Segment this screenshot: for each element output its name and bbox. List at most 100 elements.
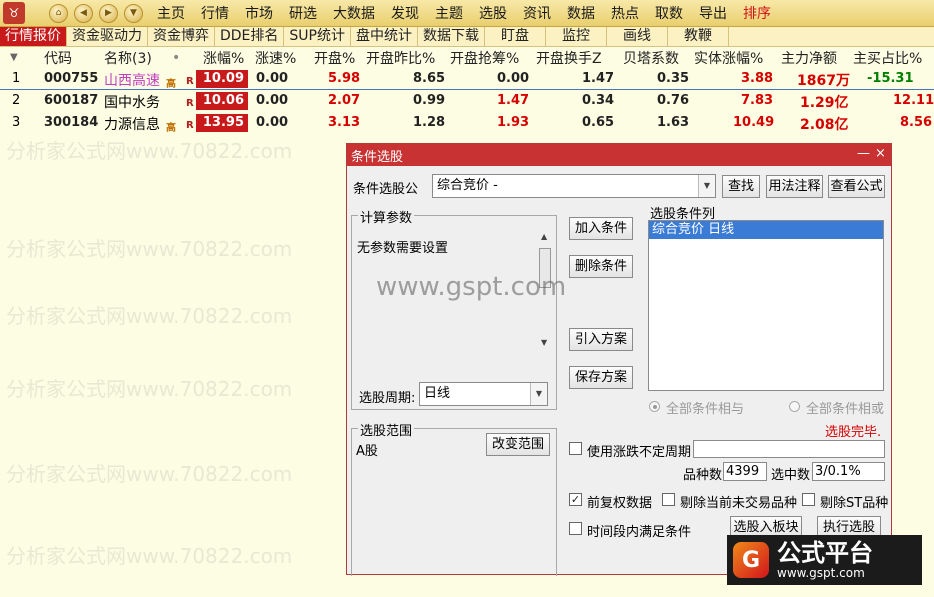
params-area: 无参数需要设置 ▲ ▼ — [352, 224, 554, 354]
menu-data[interactable]: 数据 — [567, 3, 595, 23]
menu-market[interactable]: 市场 — [245, 3, 273, 23]
minimize-icon[interactable]: — — [857, 146, 870, 161]
menu-hot[interactable]: 热点 — [611, 3, 639, 23]
find-button[interactable]: 查找 — [722, 175, 760, 198]
row-main-net: 1.29亿 — [800, 95, 849, 111]
status-text: 选股完毕. — [825, 425, 882, 440]
menu-topic[interactable]: 主题 — [435, 3, 463, 23]
tab-fund-drive[interactable]: 资金驱动力 — [67, 27, 148, 46]
period-select[interactable]: 日线 ▼ — [419, 382, 548, 406]
timerange-checkbox[interactable] — [569, 522, 582, 535]
row-real-pct: 10.49 — [733, 115, 775, 130]
tab-dde[interactable]: DDE排名 — [215, 27, 285, 46]
row-open-grab: 1.47 — [497, 93, 530, 108]
menu-news[interactable]: 资讯 — [523, 3, 551, 23]
delete-condition-button[interactable]: 删除条件 — [569, 255, 633, 278]
condition-list-item[interactable]: 综合竞价 日线 — [649, 221, 883, 239]
formula-value: 综合竞价 - — [437, 178, 498, 193]
row-tag: 高 — [166, 123, 176, 134]
unfixed-period-input[interactable] — [693, 440, 885, 458]
tab-pointer[interactable]: 教鞭 — [668, 27, 729, 46]
home-icon[interactable]: ⌂ — [49, 3, 68, 23]
import-plan-button[interactable]: 引入方案 — [569, 328, 633, 351]
header-beta[interactable]: 贝塔系数 — [623, 48, 679, 68]
row-open-turnover: 0.65 — [582, 115, 615, 130]
radio-or[interactable] — [789, 401, 800, 412]
row-r-flag: R — [186, 76, 194, 87]
menu-fetch[interactable]: 取数 — [655, 3, 683, 23]
menu-quote[interactable]: 行情 — [201, 3, 229, 23]
unfixed-period-checkbox[interactable] — [569, 442, 582, 455]
back-icon[interactable]: ◀ — [74, 3, 93, 23]
radio-and[interactable] — [649, 401, 660, 412]
menu-research[interactable]: 研选 — [289, 3, 317, 23]
params-text: 无参数需要设置 — [357, 241, 449, 256]
watermark-text: 分析家公式网www.70822.com — [6, 304, 293, 328]
header-name[interactable]: 名称(3) — [104, 48, 152, 68]
count-value: 4399 — [723, 462, 767, 481]
condition-list[interactable]: 综合竞价 日线 — [648, 220, 884, 391]
menu-discover[interactable]: 发现 — [391, 3, 419, 23]
header-real-pct[interactable]: 实体涨幅% — [694, 48, 763, 68]
tab-monitor[interactable]: 监控 — [546, 27, 607, 46]
selected-label: 选中数 — [771, 468, 811, 483]
menu-export[interactable]: 导出 — [699, 3, 727, 23]
close-icon[interactable]: × — [875, 146, 886, 161]
table-row[interactable]: 2 600187 国中水务 R 10.06 0.00 2.07 0.99 1.4… — [0, 90, 934, 112]
tab-intraday-stats[interactable]: 盘中统计 — [351, 27, 418, 46]
dropdown-icon[interactable]: ▼ — [124, 3, 143, 23]
chevron-down-icon[interactable]: ▼ — [530, 383, 547, 405]
collapse-icon[interactable]: ▼ — [10, 52, 18, 63]
function-tabbar: 行情报价 资金驱动力 资金博弈 DDE排名 SUP统计 盘中统计 数据下载 盯盘… — [0, 27, 934, 47]
add-condition-button[interactable]: 加入条件 — [569, 217, 633, 240]
header-open-turnover[interactable]: 开盘换手Z — [536, 48, 602, 68]
header-code[interactable]: 代码 — [44, 48, 72, 68]
header-open[interactable]: 开盘% — [314, 48, 355, 68]
change-range-button[interactable]: 改变范围 — [486, 433, 550, 456]
tab-sup[interactable]: SUP统计 — [284, 27, 351, 46]
forward-icon[interactable]: ▶ — [99, 3, 118, 23]
row-speed: 0.00 — [256, 115, 289, 130]
brand-logo-icon: G — [733, 542, 769, 578]
row-beta: 0.35 — [657, 71, 690, 86]
restore-data-checkbox[interactable]: ✓ — [569, 493, 582, 506]
header-open-grab[interactable]: 开盘抢筹% — [450, 48, 519, 68]
watermark-text: 分析家公式网www.70822.com — [6, 237, 293, 261]
header-open-prev[interactable]: 开盘昨比% — [366, 48, 435, 68]
watermark-text: 分析家公式网www.70822.com — [6, 139, 293, 163]
view-formula-button[interactable]: 查看公式 — [828, 175, 885, 198]
row-r-flag: R — [186, 120, 194, 131]
scrollbar-thumb[interactable] — [539, 248, 551, 288]
header-speed[interactable]: 涨速% — [255, 48, 296, 68]
menu-bigdata[interactable]: 大数据 — [333, 3, 375, 23]
table-row[interactable]: 1 000755 山西高速 高 R 10.09 0.00 5.98 8.65 0… — [0, 68, 934, 90]
dialog-titlebar[interactable]: 条件选股 — × — [347, 144, 891, 166]
save-plan-button[interactable]: 保存方案 — [569, 366, 633, 389]
scroll-up-icon[interactable]: ▲ — [541, 232, 547, 241]
row-pct: 10.06 — [196, 92, 248, 110]
menu-sort[interactable]: 排序 — [743, 3, 771, 23]
menu-home[interactable]: 主页 — [157, 3, 185, 23]
tab-draw[interactable]: 画线 — [607, 27, 668, 46]
header-main-net[interactable]: 主力净额 — [781, 48, 837, 68]
formula-select[interactable]: 综合竞价 - ▼ — [432, 174, 716, 198]
app-logo-icon: ♉ — [3, 2, 25, 24]
row-main-net: 1867万 — [797, 73, 850, 89]
header-pct[interactable]: 涨幅% — [203, 48, 244, 68]
chevron-down-icon[interactable]: ▼ — [698, 175, 715, 197]
header-main-buy[interactable]: 主买占比% — [853, 48, 922, 68]
scroll-down-icon[interactable]: ▼ — [541, 338, 547, 347]
exclude-st-checkbox[interactable] — [802, 493, 815, 506]
brand-name: 公式平台 — [777, 539, 873, 567]
table-row[interactable]: 3 300184 力源信息 高 R 13.95 0.00 3.13 1.28 1… — [0, 112, 934, 134]
watermark-text: 分析家公式网www.70822.com — [6, 462, 293, 486]
menu-stock-pick[interactable]: 选股 — [479, 3, 507, 23]
tab-watch[interactable]: 盯盘 — [485, 27, 546, 46]
tab-quote[interactable]: 行情报价 — [0, 27, 67, 46]
range-value: A股 — [356, 444, 378, 459]
exclude-untraded-checkbox[interactable] — [662, 493, 675, 506]
usage-button[interactable]: 用法注释 — [766, 175, 823, 198]
row-open: 3.13 — [328, 115, 361, 130]
tab-fund-game[interactable]: 资金博弈 — [148, 27, 215, 46]
tab-download[interactable]: 数据下载 — [418, 27, 485, 46]
